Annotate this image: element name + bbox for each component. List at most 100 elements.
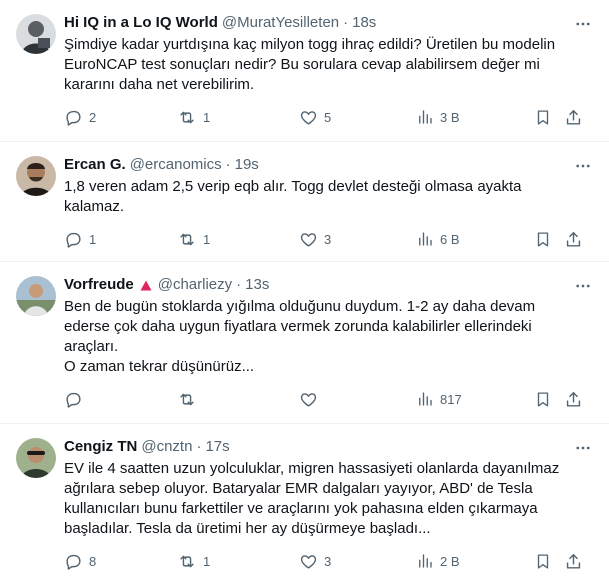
share-icon	[566, 109, 581, 125]
like-button[interactable]: 5	[299, 108, 331, 127]
more-options-icon[interactable]	[573, 438, 593, 458]
timestamp[interactable]: 19s	[235, 155, 259, 175]
tweet-text: Şimdiye kadar yurtdışına kaç milyon togg…	[64, 36, 556, 93]
share-icon	[566, 391, 581, 407]
retweet-icon	[180, 233, 194, 245]
display-name[interactable]: Ercan G.	[64, 155, 126, 175]
analytics-icon	[419, 110, 432, 124]
user-handle[interactable]: @MuratYesilleten	[222, 13, 339, 33]
views-button[interactable]: 817	[416, 390, 462, 408]
bookmark-button[interactable]	[534, 108, 552, 127]
tweet-text: Ben de bugün stoklarda yığılma olduğunu …	[64, 298, 536, 375]
tweet[interactable]: Cengiz TN @cnztn · 17s EV ile 4 saatten …	[0, 424, 609, 570]
tweet-header: Vorfreude @charliezy · 13s	[64, 274, 593, 296]
like-button[interactable]: 3	[299, 552, 331, 571]
share-icon	[566, 231, 581, 247]
tweet-header: Ercan G. @ercanomics · 19s	[64, 154, 593, 176]
share-button[interactable]	[564, 552, 583, 571]
separator-dot: ·	[343, 14, 349, 31]
bookmark-button[interactable]	[534, 390, 552, 409]
retweet-button[interactable]: 1	[177, 552, 210, 571]
more-options-icon[interactable]	[573, 156, 593, 176]
views-button[interactable]: 6 B	[416, 230, 460, 248]
view-count: 2 B	[440, 553, 460, 569]
action-bar: 817	[64, 379, 594, 419]
analytics-icon	[419, 232, 432, 246]
heart-icon	[300, 110, 317, 125]
tweet-header: Cengiz TN @cnztn · 17s	[64, 436, 593, 458]
bookmark-icon	[537, 109, 549, 125]
view-count: 6 B	[440, 231, 460, 247]
reply-icon	[66, 232, 81, 248]
retweet-icon	[180, 111, 194, 123]
reply-icon	[66, 110, 81, 126]
like-button[interactable]: 3	[299, 230, 331, 249]
share-button[interactable]	[564, 390, 583, 409]
timestamp[interactable]: 18s	[352, 13, 376, 33]
retweet-button[interactable]: 1	[177, 230, 210, 249]
display-name[interactable]: Cengiz TN	[64, 437, 137, 457]
action-bar: 2 1 5 3 B	[64, 97, 594, 137]
bookmark-button[interactable]	[534, 552, 552, 571]
views-button[interactable]: 2 B	[416, 552, 460, 570]
reply-icon	[66, 554, 81, 570]
avatar[interactable]	[16, 438, 56, 478]
separator-dot: ·	[196, 438, 202, 455]
avatar[interactable]	[16, 156, 56, 196]
like-count: 3	[324, 231, 332, 247]
bookmark-icon	[537, 553, 549, 569]
reply-button[interactable]: 1	[64, 230, 96, 249]
retweet-icon	[180, 393, 194, 405]
bookmark-icon	[537, 231, 549, 247]
reply-button[interactable]	[64, 390, 89, 409]
analytics-icon	[419, 392, 432, 406]
heart-icon	[300, 392, 317, 407]
retweet-icon	[180, 555, 194, 567]
avatar[interactable]	[16, 14, 56, 54]
action-bar: 1 1 3 6 B	[64, 219, 594, 259]
tweet-header: Hi IQ in a Lo IQ World @MuratYesilleten …	[64, 12, 593, 34]
action-bar: 8 1 3 2 B	[64, 541, 594, 581]
triangle-icon	[140, 280, 152, 291]
user-handle[interactable]: @ercanomics	[130, 155, 222, 175]
more-options-icon[interactable]	[573, 14, 593, 34]
tweet-text: 1,8 veren adam 2,5 verip eqb alır. Togg …	[64, 178, 522, 215]
display-name[interactable]: Hi IQ in a Lo IQ World	[64, 13, 218, 33]
views-button[interactable]: 3 B	[416, 108, 460, 126]
reply-icon	[66, 392, 81, 408]
timestamp[interactable]: 17s	[205, 437, 229, 457]
reply-count: 8	[89, 553, 97, 569]
share-button[interactable]	[564, 230, 583, 249]
like-button[interactable]	[299, 390, 324, 409]
user-handle[interactable]: @charliezy	[158, 275, 232, 295]
retweet-button[interactable]	[177, 390, 203, 409]
share-icon	[566, 553, 581, 569]
display-name[interactable]: Vorfreude	[64, 275, 134, 295]
reply-count: 1	[89, 231, 97, 247]
avatar-image	[16, 438, 56, 478]
bookmark-icon	[537, 391, 549, 407]
retweet-count: 1	[203, 109, 211, 125]
reply-count: 2	[89, 109, 97, 125]
avatar-image	[16, 14, 56, 54]
separator-dot: ·	[225, 156, 231, 173]
timestamp[interactable]: 13s	[245, 275, 269, 295]
tweet[interactable]: Ercan G. @ercanomics · 19s 1,8 veren ada…	[0, 142, 609, 262]
heart-icon	[300, 232, 317, 247]
more-options-icon[interactable]	[573, 276, 593, 296]
retweet-button[interactable]: 1	[177, 108, 210, 127]
user-handle[interactable]: @cnztn	[141, 437, 192, 457]
avatar[interactable]	[16, 276, 56, 316]
heart-icon	[300, 554, 317, 569]
share-button[interactable]	[564, 108, 583, 127]
retweet-count: 1	[203, 231, 211, 247]
reply-button[interactable]: 8	[64, 552, 96, 571]
tweet[interactable]: Hi IQ in a Lo IQ World @MuratYesilleten …	[0, 0, 609, 142]
reply-button[interactable]: 2	[64, 108, 96, 127]
timeline: Hi IQ in a Lo IQ World @MuratYesilleten …	[0, 0, 609, 570]
bookmark-button[interactable]	[534, 230, 552, 249]
tweet[interactable]: Vorfreude @charliezy · 13s Ben de bugün …	[0, 262, 609, 424]
avatar-image	[16, 276, 56, 316]
view-count: 3 B	[440, 109, 460, 125]
tweet-text: EV ile 4 saatten uzun yolculuklar, migre…	[64, 460, 560, 537]
